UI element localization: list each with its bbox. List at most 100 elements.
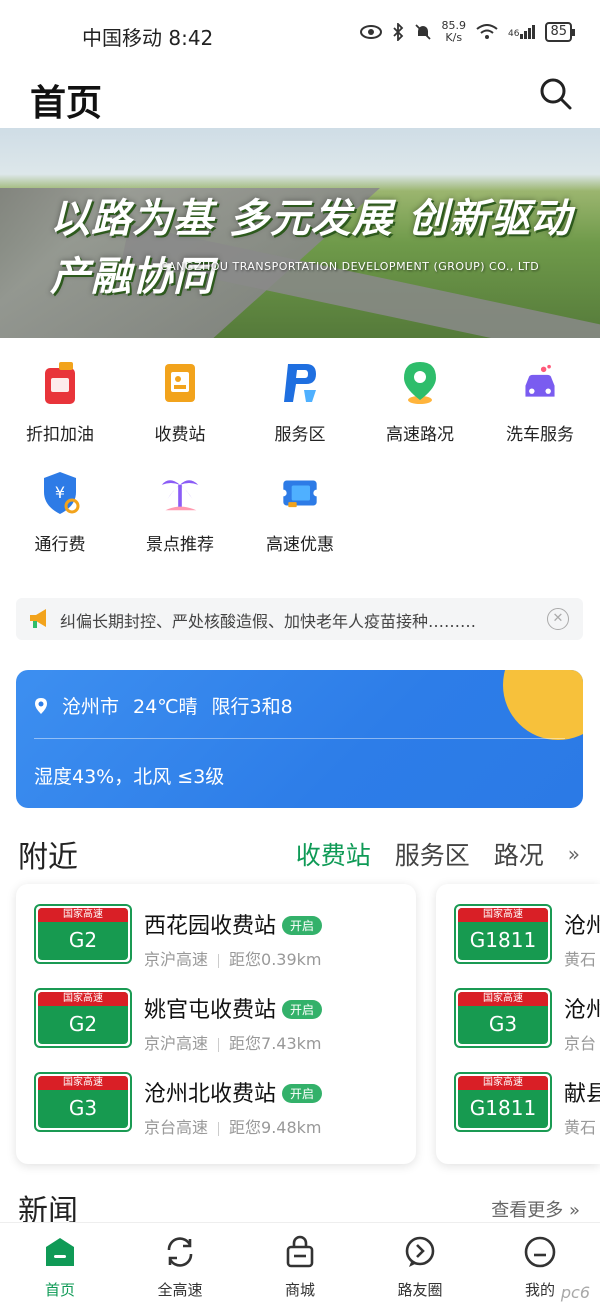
banner-company: CANGZHOU TRANSPORTATION DEVELOPMENT (GRO… [160,260,540,273]
tabbar-item-highways[interactable]: 全高速 [120,1235,240,1300]
status-icons: 85.9 K/s 46 85 [359,19,575,44]
refresh-icon [167,1237,193,1267]
station-info: 京台高速 距您9.48km [144,1118,322,1137]
service-label: 服务区 [274,425,326,445]
service-label: 通行费 [34,535,86,555]
service-item-toll[interactable]: 收费站 [120,360,240,445]
news-more-link[interactable]: 查看更多 » [491,1196,580,1222]
weather-summary: 沧州市 24℃晴 限行3和8 [34,692,293,719]
tab-road-status[interactable]: 路况 [494,836,544,872]
service-item-attractions[interactable]: 景点推荐 [120,470,240,555]
service-label: 高速路况 [386,425,454,445]
highway-sign: 国家高速 G3 [454,988,552,1048]
watermark-logo: pc6 [560,1283,590,1302]
status-bar: 中国移动 8:42 85.9 K/s 46 85 [0,0,600,70]
weather-condition: 24℃晴 [133,696,198,718]
discount-ticket-icon [280,470,320,516]
station-info: 京台 [564,1034,597,1053]
tab-service-area[interactable]: 服务区 [395,836,470,872]
station-info: 黄石 [564,1118,597,1137]
chat-bubble-icon [405,1236,435,1267]
station-row[interactable]: 国家高速 G2 西花园收费站 开启 京沪高速 距您0.39km [16,900,416,984]
palm-tree-icon [160,470,200,516]
app-header: 首页 [0,68,600,128]
cellular-signal-icon: 46 [508,25,536,39]
highway-sign: 国家高速 G1811 [454,904,552,964]
service-item-road-status[interactable]: 高速路况 [360,360,480,445]
status-badge: 开启 [282,915,323,935]
car-wash-icon [520,360,560,406]
service-item-fuel[interactable]: 折扣加油 [0,360,120,445]
tab-toll-station[interactable]: 收费站 [296,836,371,872]
service-label: 折扣加油 [26,425,94,445]
traffic-restriction: 限行3和8 [211,696,293,718]
weather-divider [34,738,565,739]
status-badge: 开启 [282,999,323,1019]
nearby-card[interactable]: 国家高速 G1811 沧州 黄石 国家高速 G3 沧州 京台 国家高速 G1811 献… [436,884,600,1164]
station-info: 京沪高速 距您7.43km [144,1034,322,1053]
banner-slogan: 以路为基 多元发展 创新驱动 产融协同 [50,196,572,300]
location-icon [35,697,47,714]
mute-bell-icon [414,24,431,40]
nearby-card[interactable]: 国家高速 G2 西花园收费站 开启 京沪高速 距您0.39km 国家高速 G2 姚官屯收… [16,884,416,1164]
service-label: 洗车服务 [506,425,574,445]
tabbar-item-shop[interactable]: 商城 [240,1235,360,1300]
toll-booth-icon [160,360,200,406]
search-icon[interactable] [538,76,574,112]
fuel-can-icon [40,360,80,406]
bottom-tab-bar: 首页 全高速 商城 路友圈 我的 pc6 [0,1222,600,1310]
profile-icon [524,1236,556,1268]
service-area-icon [280,360,320,406]
service-item-discount[interactable]: 高速优惠 [240,470,360,555]
net-speed: 85.9 K/s [441,19,467,44]
shop-bag-icon [286,1235,314,1268]
station-name: 姚官屯收费站 开启 [144,992,323,1024]
highway-sign: 国家高速 G2 [34,904,132,964]
highway-sign: 国家高速 G3 [34,1072,132,1132]
service-label: 高速优惠 [266,535,334,555]
location-pin-icon [400,360,440,406]
notice-text: 纠偏长期封控、严处核酸造假、加快老年人疫苗接种……… [60,612,477,631]
station-info: 黄石 [564,950,597,969]
station-row[interactable]: 国家高速 G1811 沧州 黄石 [436,900,600,984]
service-item-toll-fee[interactable]: ¥ 通行费 [0,470,120,555]
station-row[interactable]: 国家高速 G3 沧州北收费站 开启 京台高速 距您9.48km [16,1068,416,1152]
eye-icon [359,25,382,39]
station-row[interactable]: 国家高速 G1811 献县 黄石 [436,1068,600,1152]
home-icon [46,1238,74,1266]
station-name: 沧州 [564,914,600,939]
service-item-service-area[interactable]: 服务区 [240,360,360,445]
highway-sign: 国家高速 G1811 [454,1072,552,1132]
service-label: 景点推荐 [146,535,214,555]
wifi-icon [476,24,498,39]
nearby-tabs: 收费站 服务区 路况 » [296,836,580,872]
weather-card[interactable]: 沧州市 24℃晴 限行3和8 湿度43%，北风 ≤3级 [16,670,583,808]
service-item-car-wash[interactable]: 洗车服务 [480,360,600,445]
bluetooth-icon [392,23,403,41]
nearby-title: 附近 [18,840,78,875]
station-info: 京沪高速 距您0.39km [144,950,322,969]
page-title: 首页 [30,83,103,124]
promo-banner[interactable]: 以路为基 多元发展 创新驱动 产融协同 CANGZHOU TRANSPORTAT… [0,128,600,338]
station-row[interactable]: 国家高速 G2 姚官屯收费站 开启 京沪高速 距您7.43km [16,984,416,1068]
highway-sign: 国家高速 G2 [34,988,132,1048]
chevron-right-icon[interactable]: » [568,842,580,866]
toll-fee-shield-icon: ¥ [40,470,80,516]
service-label: 收费站 [154,425,206,445]
station-name: 西花园收费站 开启 [144,908,323,940]
station-row[interactable]: 国家高速 G3 沧州 京台 [436,984,600,1068]
station-name: 沧州北收费站 开启 [144,1076,323,1108]
sun-icon [503,670,583,740]
svg-text:¥: ¥ [55,483,65,502]
notice-bar[interactable]: 纠偏长期封控、严处核酸造假、加快老年人疫苗接种……… ✕ [16,598,583,640]
tabbar-item-community[interactable]: 路友圈 [360,1235,480,1300]
carrier-time: 中国移动 8:42 [82,26,214,50]
weather-detail: 湿度43%，北风 ≤3级 [34,766,225,788]
station-name: 献县 [564,1082,600,1107]
battery-icon: 85 [545,22,575,42]
megaphone-icon [30,609,46,628]
weather-city: 沧州市 [62,696,120,718]
tabbar-item-home[interactable]: 首页 [0,1235,120,1300]
close-icon[interactable]: ✕ [547,608,569,630]
station-name: 沧州 [564,998,600,1023]
